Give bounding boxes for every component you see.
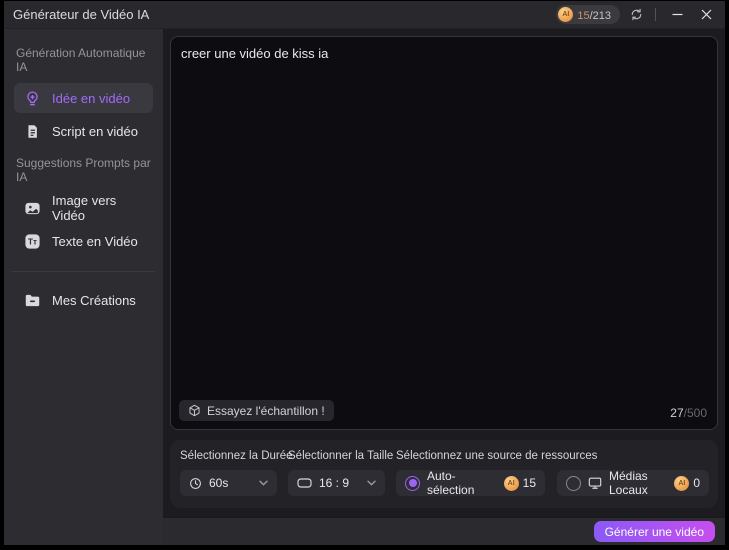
sidebar-item-label: Mes Créations <box>52 293 136 308</box>
duration-label: Sélectionnez la Durée <box>180 450 277 462</box>
try-sample-button[interactable]: Essayez l'échantillon ! <box>179 400 334 421</box>
sidebar-item-script-to-video[interactable]: Script en vidéo <box>14 116 153 146</box>
text-icon: Tт <box>23 232 41 250</box>
prompt-input[interactable]: creer une vidéo de kiss ia Essayez l'éch… <box>170 36 718 430</box>
window-title: Générateur de Vidéo IA <box>13 7 149 22</box>
try-sample-label: Essayez l'échantillon ! <box>207 404 325 418</box>
close-icon <box>701 9 712 20</box>
ai-coin-icon: AI <box>674 476 689 491</box>
generation-settings-panel: Sélectionnez la Durée 60s <box>170 440 718 508</box>
svg-text:Tт: Tт <box>28 237 37 246</box>
sidebar-divider <box>12 271 155 272</box>
credits-used: 15/213 <box>577 6 611 24</box>
radio-selected-icon <box>405 476 420 491</box>
minimize-button[interactable] <box>666 5 688 25</box>
source-option-auto-selection[interactable]: Auto-sélection AI 15 <box>396 470 545 496</box>
main-area: creer une vidéo de kiss ia Essayez l'éch… <box>163 29 725 545</box>
refresh-icon <box>630 8 643 21</box>
source-label: Sélectionnez une source de ressources <box>396 450 709 462</box>
chevron-down-icon <box>259 480 268 486</box>
folder-icon <box>23 291 41 309</box>
refresh-button[interactable] <box>627 6 645 24</box>
duration-dropdown[interactable]: 60s <box>180 470 277 496</box>
source-option-label: Auto-sélection <box>427 469 497 497</box>
sidebar-item-label: Script en vidéo <box>52 124 138 139</box>
close-button[interactable] <box>695 5 717 25</box>
source-group: Sélectionnez une source de ressources Au… <box>396 450 709 508</box>
chevron-down-icon <box>367 480 376 486</box>
sidebar-item-image-to-video[interactable]: Image vers Vidéo <box>14 193 153 223</box>
generate-video-button[interactable]: Générer une vidéo <box>594 521 715 542</box>
option-cost: AI 15 <box>504 476 536 491</box>
sidebar-item-my-creations[interactable]: Mes Créations <box>14 285 153 315</box>
titlebar-separator <box>655 8 656 21</box>
char-counter: 27/500 <box>670 406 707 420</box>
duration-group: Sélectionnez la Durée 60s <box>180 450 277 508</box>
credits-badge[interactable]: AI 15/213 <box>556 5 620 24</box>
sidebar-item-label: Image vers Vidéo <box>52 193 144 223</box>
duration-value: 60s <box>209 476 228 490</box>
prompt-text: creer une vidéo de kiss ia <box>181 45 707 63</box>
source-option-label: Médias Locaux <box>609 469 667 497</box>
minimize-icon <box>672 9 683 20</box>
sidebar-item-idea-to-video[interactable]: Idée en vidéo <box>14 83 153 113</box>
ai-coin-icon: AI <box>504 476 519 491</box>
radio-unselected-icon <box>566 476 581 491</box>
option-cost: AI 0 <box>674 476 700 491</box>
sidebar-item-label: Texte en Vidéo <box>52 234 138 249</box>
ai-coin-icon: AI <box>558 7 573 22</box>
titlebar: Générateur de Vidéo IA AI 15/213 <box>4 1 725 29</box>
size-group: Sélectionner la Taille 16 : 9 <box>288 450 385 508</box>
script-document-icon <box>23 122 41 140</box>
source-options: Auto-sélection AI 15 <box>396 470 709 496</box>
aspect-ratio-icon <box>297 477 312 489</box>
size-label: Sélectionner la Taille <box>288 450 385 462</box>
bottom-bar: Générer une vidéo <box>163 517 725 545</box>
monitor-icon <box>588 476 602 490</box>
titlebar-controls: AI 15/213 <box>556 5 717 25</box>
cost-value: 15 <box>523 476 536 490</box>
source-option-local-media[interactable]: Médias Locaux AI 0 <box>557 470 709 496</box>
size-value: 16 : 9 <box>319 476 349 490</box>
cost-value: 0 <box>693 476 700 490</box>
image-icon <box>23 199 41 217</box>
sidebar-section-header-prompt-suggestions: Suggestions Prompts par IA <box>16 156 151 184</box>
sidebar-section-header-auto-generation: Génération Automatique IA <box>16 46 151 74</box>
lightbulb-idea-icon <box>23 89 41 107</box>
sidebar-item-label: Idée en vidéo <box>52 91 130 106</box>
sidebar: Génération Automatique IA Idée en vidéo <box>4 29 163 545</box>
size-dropdown[interactable]: 16 : 9 <box>288 470 385 496</box>
clock-icon <box>189 477 202 490</box>
dice-cube-icon <box>188 404 201 417</box>
sidebar-item-text-to-video[interactable]: Tт Texte en Vidéo <box>14 226 153 256</box>
app-window: Générateur de Vidéo IA AI 15/213 <box>4 1 725 545</box>
